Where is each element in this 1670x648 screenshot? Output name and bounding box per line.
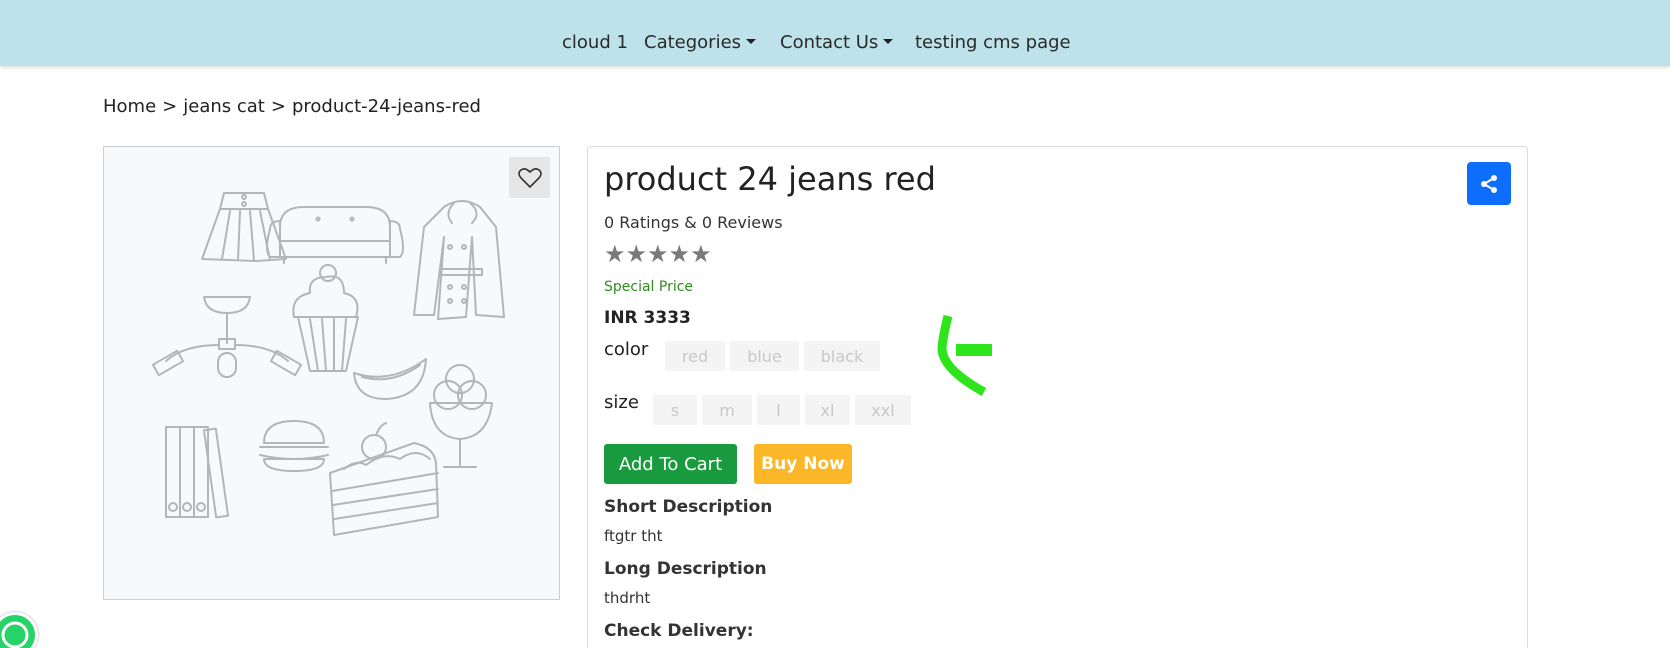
heart-icon [517,167,542,188]
long-description-heading: Long Description [604,559,767,579]
product-placeholder-illustration [151,192,505,536]
nav-item-categories[interactable]: Categories [644,32,757,53]
size-option-l[interactable]: l [757,395,800,425]
product-title: product 24 jeans red [604,160,936,198]
check-delivery-heading: Check Delivery: [604,621,754,641]
size-label: size [604,392,639,413]
top-navbar: cloud 1 Categories Contact Us testing cm… [0,0,1670,66]
whatsapp-icon [1,621,29,648]
caret-down-icon [746,39,757,44]
breadcrumb-category[interactable]: jeans cat [183,96,265,117]
breadcrumb-separator: > [162,96,178,117]
breadcrumb-separator: > [270,96,286,117]
caret-down-icon [883,39,894,44]
nav-item-testing-cms-page[interactable]: testing cms page [915,32,1071,53]
size-option-s[interactable]: s [653,395,697,425]
size-option-xl[interactable]: xl [805,395,850,425]
nav-item-contact-us[interactable]: Contact Us [780,32,894,53]
special-price-label: Special Price [604,279,694,295]
product-price: INR 3333 [604,308,691,328]
product-image[interactable] [103,146,560,600]
add-to-cart-button[interactable]: Add To Cart [604,444,737,484]
nav-item-cloud-1[interactable]: cloud 1 [562,32,628,53]
nav-item-label: Contact Us [780,32,879,53]
nav-item-label: Categories [644,32,742,53]
size-option-xxl[interactable]: xxl [855,395,911,425]
nav-item-label: testing cms page [915,32,1071,53]
ratings-summary: 0 Ratings & 0 Reviews [604,213,783,232]
long-description-text: thdrht [604,589,651,607]
wishlist-button[interactable] [509,157,550,198]
breadcrumb-current: product-24-jeans-red [291,96,481,117]
color-option-black[interactable]: black [804,341,880,371]
buy-now-button[interactable]: Buy Now [754,444,852,484]
color-option-red[interactable]: red [665,341,725,371]
short-description-text: ftgtr tht [604,527,663,545]
size-option-m[interactable]: m [702,395,752,425]
share-icon [1481,174,1497,193]
short-description-heading: Short Description [604,497,773,517]
color-label: color [604,339,649,360]
nav-item-label: cloud 1 [562,32,628,53]
color-option-blue[interactable]: blue [730,341,799,371]
share-button[interactable] [1467,162,1511,205]
whatsapp-chat-button[interactable] [0,612,38,648]
green-scribble-mark [937,314,992,396]
breadcrumb-home[interactable]: Home [103,96,156,117]
star-rating[interactable]: ★★★★★ [604,240,712,268]
breadcrumb: Home > jeans cat > product-24-jeans-red [103,96,481,117]
